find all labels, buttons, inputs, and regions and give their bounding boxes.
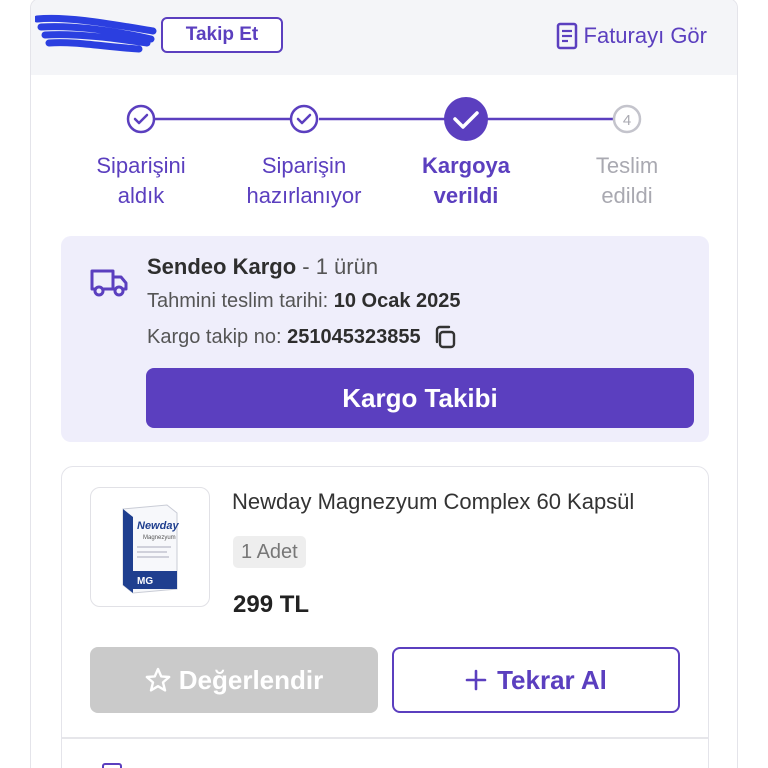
carrier-name: Sendeo Kargo <box>147 254 297 279</box>
view-invoice-link[interactable]: Faturayı Gör <box>556 19 707 53</box>
supplement-box-image: Newday Magnezyum MG <box>122 504 179 594</box>
tracking-number: 251045323855 <box>287 325 421 348</box>
document-icon <box>556 22 577 50</box>
section-divider <box>62 737 708 739</box>
step-label-received: Siparişini aldık <box>96 153 186 208</box>
next-section-icon <box>102 763 122 768</box>
product-name[interactable]: Newday Magnezyum Complex 60 Kapsül <box>232 489 634 515</box>
order-card: Takip Et Faturayı Gör 4 Siparişini aldık… <box>30 0 738 768</box>
reorder-label: Tekrar Al <box>497 664 607 695</box>
tracking-label: Kargo takip no: <box>147 325 282 348</box>
quantity-badge: 1 Adet <box>233 536 306 568</box>
step-4-number: 4 <box>623 112 631 129</box>
progress-track: 4 <box>126 97 642 141</box>
product-price: 299 TL <box>233 591 310 618</box>
carrier-line: Sendeo Kargo - 1 ürün <box>147 254 378 280</box>
order-header: Takip Et Faturayı Gör <box>31 0 737 75</box>
estimated-delivery: Tahmini teslim tarihi: 10 Ocak 2025 <box>147 290 461 313</box>
box-label: Magnezyum <box>143 535 176 541</box>
tracking-number-line: Kargo takip no: 251045323855 <box>147 325 457 349</box>
order-progress-steps: 4 Siparişini aldık Siparişin hazırlanıyo… <box>31 75 737 225</box>
plus-icon <box>465 669 487 691</box>
step-label-delivered: Teslim edildi <box>595 153 659 208</box>
step-2-check-icon <box>289 104 319 134</box>
star-icon <box>145 667 171 692</box>
redacted-seller-name <box>35 14 157 53</box>
follow-seller-button[interactable]: Takip Et <box>161 17 283 53</box>
eta-value: 10 Ocak 2025 <box>333 290 461 312</box>
box-brand: Newday <box>137 520 179 532</box>
svg-text:MG: MG <box>137 576 153 587</box>
truck-icon <box>90 269 128 297</box>
step-label-preparing: Siparişin hazırlanıyor <box>246 153 362 208</box>
invoice-label: Faturayı Gör <box>583 23 707 48</box>
product-item: Newday Magnezyum MG Newday Magnezyum Com… <box>61 466 709 768</box>
shipment-info-panel: Sendeo Kargo - 1 ürün Tahmini teslim tar… <box>61 236 709 442</box>
copy-icon[interactable] <box>433 325 457 349</box>
product-image[interactable]: Newday Magnezyum MG <box>90 487 210 607</box>
step-label-shipped: Kargoya verildi <box>421 153 511 208</box>
eta-label: Tahmini teslim tarihi: <box>147 290 329 312</box>
rate-product-button[interactable]: Değerlendir <box>90 647 378 713</box>
track-shipment-button[interactable]: Kargo Takibi <box>146 368 694 428</box>
rate-label: Değerlendir <box>178 664 324 695</box>
item-count: - 1 ürün <box>302 254 379 279</box>
step-3-check-icon <box>444 97 488 141</box>
step-1-check-icon <box>126 104 156 134</box>
step-4-pending-icon: 4 <box>612 104 642 134</box>
reorder-button[interactable]: Tekrar Al <box>392 647 680 713</box>
